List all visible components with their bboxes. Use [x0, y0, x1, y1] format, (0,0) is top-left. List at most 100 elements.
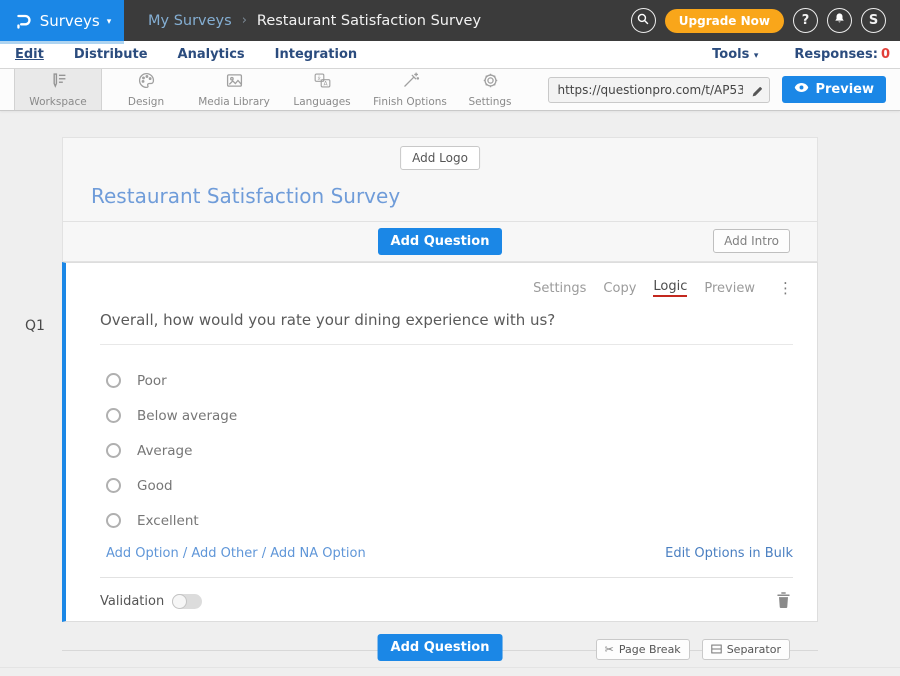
chevron-down-icon: ▾: [107, 17, 112, 27]
product-label: Surveys: [40, 12, 100, 30]
tab-edit[interactable]: Edit: [15, 47, 44, 62]
breadcrumb-separator-icon: ›: [242, 13, 247, 28]
question-number-label: Q1: [25, 318, 45, 334]
trash-icon[interactable]: [776, 591, 791, 612]
tab-analytics[interactable]: Analytics: [178, 47, 245, 62]
radio-button[interactable]: [106, 373, 121, 388]
page-break-button[interactable]: ✂ Page Break: [596, 639, 690, 660]
survey-header-section: Add Logo Restaurant Satisfaction Survey: [62, 137, 818, 222]
media-library-icon: [225, 71, 244, 94]
upgrade-now-button[interactable]: Upgrade Now: [665, 9, 784, 33]
option-label[interactable]: Average: [137, 443, 192, 459]
toolbar-design[interactable]: Design: [102, 69, 190, 110]
toolbar-items: Workspace Design Media Library: [14, 69, 526, 110]
magic-wand-icon: [401, 71, 420, 94]
question-settings-action[interactable]: Settings: [533, 281, 586, 296]
separator-button[interactable]: Separator: [702, 639, 790, 660]
tab-distribute[interactable]: Distribute: [74, 47, 148, 62]
validation-row: Validation: [100, 577, 793, 612]
toolbar-right: Preview: [548, 69, 900, 110]
option-label[interactable]: Good: [137, 478, 173, 494]
toolbar-item-label: Media Library: [198, 96, 270, 108]
question-preview-action[interactable]: Preview: [704, 281, 755, 296]
survey-url-input[interactable]: [548, 77, 770, 103]
option-row: Average: [106, 433, 793, 468]
add-other-link[interactable]: Add Other: [191, 546, 257, 561]
workspace-toolbar: Workspace Design Media Library: [0, 69, 900, 111]
toolbar-media-library[interactable]: Media Library: [190, 69, 278, 110]
eye-icon: [794, 82, 809, 97]
active-tab-strip: [0, 41, 124, 44]
responses-count: 0: [881, 47, 890, 62]
radio-button[interactable]: [106, 443, 121, 458]
toolbar-languages[interactable]: x̂ A Languages: [278, 69, 366, 110]
scissors-icon: ✂: [605, 644, 614, 655]
tab-integration[interactable]: Integration: [275, 47, 357, 62]
languages-icon: x̂ A: [313, 71, 332, 94]
add-logo-button[interactable]: Add Logo: [400, 146, 480, 170]
toolbar-item-label: Settings: [468, 96, 511, 108]
toolbar-item-label: Languages: [293, 96, 350, 108]
section-bottom-edge: [0, 667, 900, 668]
toolbar-finish-options[interactable]: Finish Options: [366, 69, 454, 110]
add-option-link[interactable]: Add Option: [106, 546, 179, 561]
answer-options: Poor Below average Average Good Excellen…: [100, 363, 793, 538]
survey-tabbar: Edit Distribute Analytics Integration To…: [0, 41, 900, 69]
design-palette-icon: [137, 71, 156, 94]
option-row: Poor: [106, 363, 793, 398]
survey-url-wrap: [548, 77, 770, 103]
toolbar-settings[interactable]: Settings: [454, 69, 526, 110]
option-label[interactable]: Excellent: [137, 513, 199, 529]
search-button[interactable]: [631, 8, 656, 33]
add-na-option-link[interactable]: Add NA Option: [270, 546, 365, 561]
slash-separator: /: [262, 546, 266, 561]
header-actions: Upgrade Now ? S: [631, 8, 900, 33]
tabs: Edit Distribute Analytics Integration: [0, 47, 357, 62]
radio-button[interactable]: [106, 478, 121, 493]
chevron-down-icon: ▾: [754, 51, 759, 61]
add-intro-button[interactable]: Add Intro: [713, 229, 790, 253]
surveys-product-menu[interactable]: Surveys ▾: [0, 0, 124, 41]
help-icon: ?: [802, 13, 810, 28]
option-label[interactable]: Below average: [137, 408, 237, 424]
breadcrumb-survey-title: Restaurant Satisfaction Survey: [257, 13, 481, 29]
question-copy-action[interactable]: Copy: [603, 281, 636, 296]
bell-icon: [833, 12, 846, 29]
avatar-initial: S: [869, 13, 878, 28]
question-logic-action[interactable]: Logic: [653, 279, 687, 297]
notifications-button[interactable]: [827, 8, 852, 33]
preview-button[interactable]: Preview: [782, 76, 886, 103]
footer-buttons: ✂ Page Break Separator: [596, 639, 790, 660]
breadcrumb-my-surveys[interactable]: My Surveys: [148, 13, 232, 29]
add-question-row-top: Add Question Add Intro: [62, 222, 818, 262]
validation-label: Validation: [100, 594, 164, 609]
kebab-menu-icon[interactable]: ⋮: [778, 279, 793, 297]
avatar[interactable]: S: [861, 8, 886, 33]
responses-counter[interactable]: Responses:0: [794, 47, 890, 62]
help-button[interactable]: ?: [793, 8, 818, 33]
option-row: Below average: [106, 398, 793, 433]
add-question-button-top[interactable]: Add Question: [378, 228, 503, 255]
add-question-row-bottom: Add Question ✂ Page Break Separator: [62, 631, 818, 671]
workspace-content: Q1 Add Logo Restaurant Satisfaction Surv…: [0, 111, 900, 676]
question-actions: Settings Copy Logic Preview ⋮: [100, 279, 793, 297]
survey-title[interactable]: Restaurant Satisfaction Survey: [91, 184, 400, 208]
edit-options-in-bulk-link[interactable]: Edit Options in Bulk: [665, 546, 793, 561]
tabbar-right: Tools ▾ Responses:0: [712, 47, 900, 62]
tools-dropdown[interactable]: Tools ▾: [712, 47, 758, 62]
option-row: Excellent: [106, 503, 793, 538]
radio-button[interactable]: [106, 513, 121, 528]
validation-toggle[interactable]: [172, 594, 202, 609]
add-question-button-bottom[interactable]: Add Question: [378, 634, 503, 661]
separator-icon: [711, 644, 722, 656]
breadcrumb: My Surveys › Restaurant Satisfaction Sur…: [148, 13, 481, 29]
edit-pencil-icon[interactable]: [751, 83, 764, 102]
slash-separator: /: [183, 546, 187, 561]
question-card: Settings Copy Logic Preview ⋮ Overall, h…: [62, 262, 818, 622]
option-label[interactable]: Poor: [137, 373, 167, 389]
radio-button[interactable]: [106, 408, 121, 423]
toolbar-workspace[interactable]: Workspace: [14, 69, 102, 110]
add-option-links: Add Option / Add Other / Add NA Option: [106, 546, 366, 561]
question-text[interactable]: Overall, how would you rate your dining …: [100, 311, 793, 345]
settings-gear-icon: [481, 71, 500, 94]
